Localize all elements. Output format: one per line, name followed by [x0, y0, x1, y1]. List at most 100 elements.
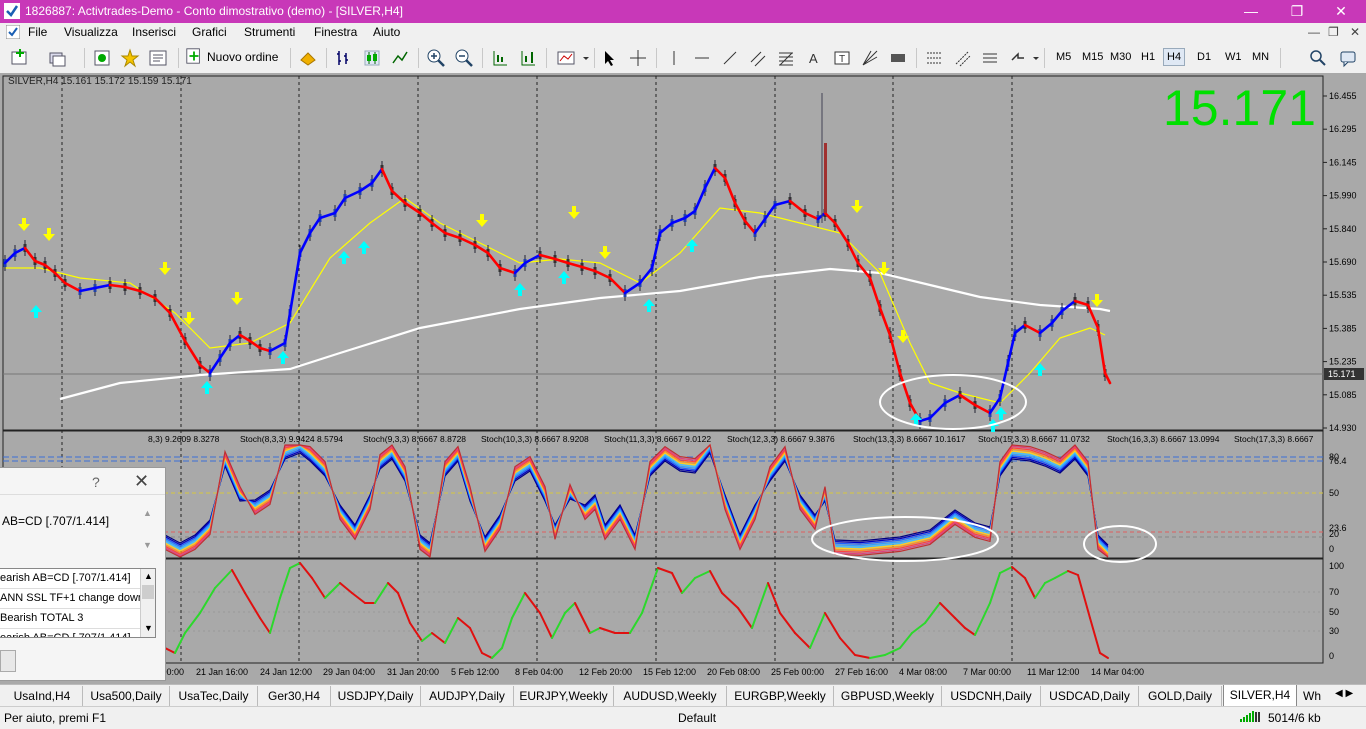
fibo-fan-icon[interactable] [924, 48, 944, 68]
trend-segment [418, 211, 434, 225]
equidistant-channel-icon[interactable] [748, 48, 768, 68]
cursor-icon[interactable] [600, 48, 620, 68]
moving-average-yellow [5, 197, 1106, 404]
new-chart-icon[interactable] [10, 48, 30, 68]
restore-button[interactable]: ❐ [1274, 0, 1320, 23]
tab-gold-daily[interactable]: GOLD,Daily [1139, 686, 1222, 706]
tab-usdcnh-daily[interactable]: USDCNH,Daily [942, 686, 1041, 706]
fibo-arcs-icon[interactable] [952, 48, 972, 68]
tab-usatec-daily[interactable]: UsaTec,Daily [170, 686, 258, 706]
candlestick-icon[interactable] [362, 48, 382, 68]
timeframe-m30[interactable]: M30 [1110, 51, 1131, 63]
list-item[interactable]: Bearish TOTAL 3 [0, 609, 140, 629]
menu-charts[interactable]: Grafici [192, 25, 227, 39]
alerts-list[interactable]: earish AB=CD [.707/1.414] ANN SSL TF+1 c… [0, 568, 156, 638]
menu-window[interactable]: Finestra [314, 25, 357, 39]
price-axis-label: 14.930 [1329, 423, 1357, 433]
tab-eurjpy-weekly[interactable]: EURJPY,Weekly [514, 686, 614, 706]
indicators-icon[interactable] [556, 48, 576, 68]
timeframe-mn[interactable]: MN [1252, 51, 1269, 63]
indicators-dropdown-icon[interactable] [576, 48, 589, 68]
current-price-label: 15.171 [1328, 369, 1356, 379]
profiles-icon[interactable] [48, 48, 68, 68]
autotrading-icon[interactable] [298, 48, 318, 68]
menu-view[interactable]: Visualizza [64, 25, 118, 39]
mdi-restore-button[interactable]: ❐ [1328, 25, 1339, 39]
trendline-icon[interactable] [720, 48, 740, 68]
tab-usa500-daily[interactable]: Usa500,Daily [83, 686, 170, 706]
dialog-button[interactable] [0, 650, 16, 672]
tab-ger30-h4[interactable]: Ger30,H4 [258, 686, 331, 706]
tab-audjpy-daily[interactable]: AUDJPY,Daily [421, 686, 514, 706]
timeframe-h4[interactable]: H4 [1163, 48, 1186, 66]
menu-tools[interactable]: Strumenti [244, 25, 295, 39]
list-item[interactable]: ANN SSL TF+1 change down [0, 589, 140, 609]
fibo-channel-icon[interactable] [980, 48, 1000, 68]
chart-canvas[interactable]: 16.455 16.295 16.145 15.990 15.840 15.690 15.5… [0, 73, 1366, 684]
close-button[interactable]: ✕ [1318, 0, 1364, 23]
time-axis-label: 27 Feb 16:00 [835, 667, 888, 677]
crosshair-icon[interactable] [628, 48, 648, 68]
timeframe-h1[interactable]: H1 [1141, 51, 1155, 63]
help-icon[interactable]: ? [92, 474, 100, 490]
sell-arrow [851, 200, 863, 213]
tab-eurgbp-weekly[interactable]: EURGBP,Weekly [727, 686, 834, 706]
tab-wh[interactable]: Wh [1297, 686, 1327, 706]
navigator-icon[interactable] [120, 48, 140, 68]
list-item[interactable]: earish AB=CD [.707/1.414] [0, 629, 140, 637]
chart-shift-icon[interactable] [518, 48, 538, 68]
tab-usdcad-daily[interactable]: USDCAD,Daily [1041, 686, 1139, 706]
tab-usdjpy-daily[interactable]: USDJPY,Daily [331, 686, 421, 706]
chart-window[interactable]: 16.455 16.295 16.145 15.990 15.840 15.690 15.5… [0, 73, 1366, 684]
timeframe-m5[interactable]: M5 [1056, 51, 1071, 63]
gann-icon[interactable] [860, 48, 880, 68]
menu-file[interactable]: File [28, 25, 47, 39]
price-axis-label: 16.455 [1329, 91, 1357, 101]
sell-arrow [231, 292, 243, 305]
text-icon[interactable]: A [804, 48, 824, 68]
sell-arrow [43, 228, 55, 241]
tab-scroll-arrows[interactable]: ◀ ▶ [1335, 688, 1353, 699]
bar-chart-icon[interactable] [334, 48, 354, 68]
tab-usaind-h4[interactable]: UsaInd,H4 [2, 686, 83, 706]
osc-segment [1067, 570, 1079, 576]
arrows-icon[interactable] [1008, 48, 1028, 68]
osc-segment [199, 587, 216, 614]
dialog-close-icon[interactable]: ✕ [134, 471, 149, 492]
tab-gbpusd-weekly[interactable]: GBPUSD,Weekly [834, 686, 942, 706]
zoom-out-icon[interactable] [454, 48, 474, 68]
market-watch-icon[interactable] [92, 48, 112, 68]
svg-text:T: T [839, 54, 845, 65]
mdi-minimize-button[interactable]: — [1308, 25, 1320, 39]
stoch-axis-label: 0 [1329, 544, 1334, 554]
osc-segment [974, 602, 991, 636]
alerts-dialog[interactable]: ? ✕ AB=CD [.707/1.414] ▲ ▼ earish AB=CD [… [0, 467, 166, 681]
list-item[interactable]: earish AB=CD [.707/1.414] [0, 569, 140, 589]
arrows-dropdown-icon[interactable] [1026, 48, 1039, 68]
autoscroll-icon[interactable] [490, 48, 510, 68]
line-chart-icon[interactable] [390, 48, 410, 68]
zoom-in-icon[interactable] [426, 48, 446, 68]
terminal-icon[interactable] [148, 48, 168, 68]
rectangle-icon[interactable] [888, 48, 908, 68]
timeframe-w1[interactable]: W1 [1225, 51, 1242, 63]
search-icon[interactable] [1308, 48, 1328, 68]
timeframe-m15[interactable]: M15 [1082, 51, 1103, 63]
tab-audusd-weekly[interactable]: AUDUSD,Weekly [614, 686, 727, 706]
message-scrollbar[interactable]: ▲ ▼ [143, 508, 155, 554]
horizontal-line-icon[interactable] [692, 48, 712, 68]
text-label-icon[interactable]: T [832, 48, 852, 68]
new-order-button[interactable]: Nuovo ordine [185, 47, 278, 67]
tab-silver-h4[interactable]: SILVER,H4 [1223, 685, 1297, 707]
minimize-button[interactable]: — [1228, 0, 1274, 23]
trend-segment [868, 276, 882, 310]
menu-insert[interactable]: Inserisci [132, 25, 176, 39]
timeframe-d1[interactable]: D1 [1197, 51, 1211, 63]
vertical-line-icon[interactable] [664, 48, 684, 68]
list-scrollbar[interactable]: ▲ ▼ [140, 569, 155, 637]
fibonacci-icon[interactable] [776, 48, 796, 68]
chat-icon[interactable] [1338, 48, 1358, 68]
menu-help[interactable]: Aiuto [373, 25, 400, 39]
mdi-close-button[interactable]: ✕ [1350, 25, 1360, 39]
trend-segment [580, 265, 597, 273]
